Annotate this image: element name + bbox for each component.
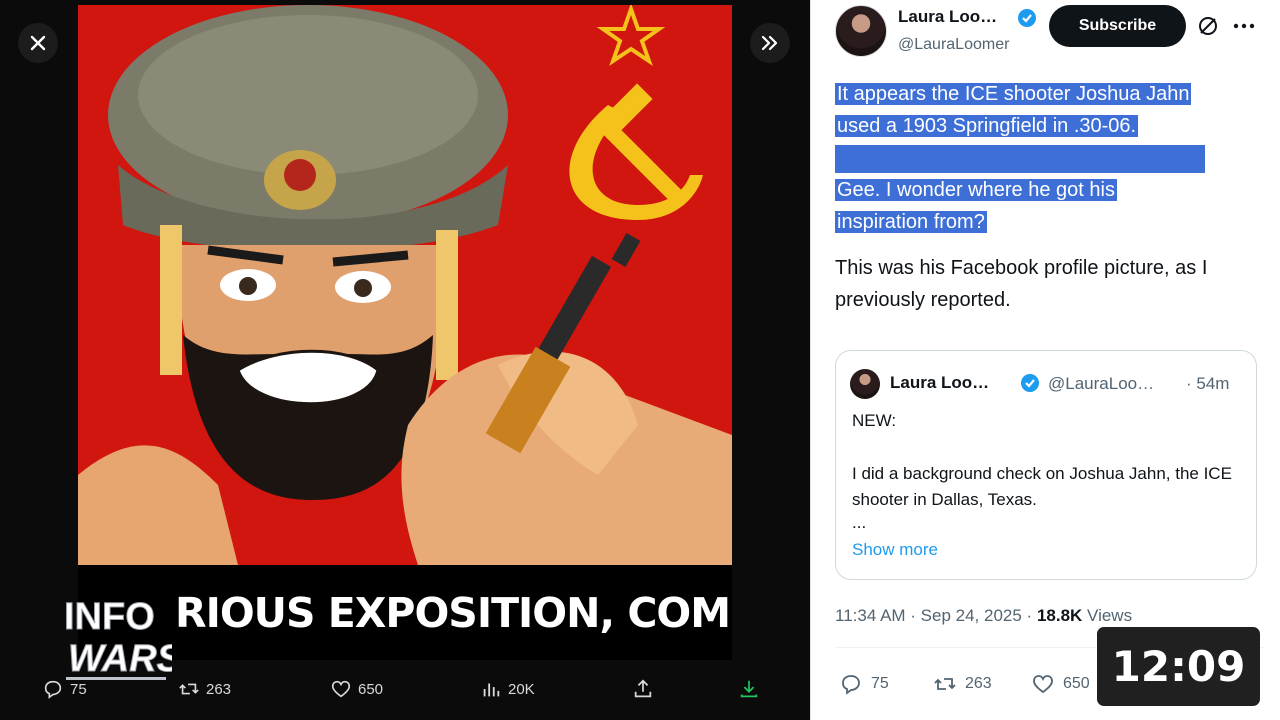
media-repost-count: 263 [206,680,232,698]
like-count: 650 [1063,675,1090,692]
tweet-meta: 11:34 AM · Sep 24, 2025 · 18.8K Views [835,606,1132,626]
quoted-author-name: Laura Loo… [890,373,990,392]
tweet-timestamp[interactable]: 11:34 AM · Sep 24, 2025 · [835,606,1037,625]
media-reply-button[interactable]: 75 [42,678,87,700]
double-chevron-right-icon [761,35,778,51]
heart-icon [1033,675,1053,694]
media-like-button[interactable]: 650 [330,678,383,700]
subscribe-button[interactable]: Subscribe [1049,5,1186,47]
tweet-views-label: Views [1082,606,1133,625]
download-icon [740,680,758,698]
bar-chart-icon [483,683,500,697]
tweet-view-count: 18.8K [1036,606,1083,625]
poster-caption-text: RIOUS EXPOSITION, COMRADE [175,588,732,637]
author-handle[interactable]: @LauraLoomer [898,36,1009,54]
media-reply-count: 75 [70,680,87,698]
tweet-highlight-line-3: Gee. I wonder where he got his [835,179,1117,201]
quoted-tweet[interactable]: Laura Loo… @LauraLoo… · 54m NEW: I did a… [835,350,1257,580]
close-button[interactable] [18,23,58,63]
media-like-count: 650 [358,680,384,698]
tweet-highlight-blank-line [835,144,1205,173]
media-repost-button[interactable]: 263 [178,678,231,700]
media-download-button[interactable] [738,678,760,700]
reply-icon [44,680,62,699]
share-icon [634,679,652,698]
expand-button[interactable] [750,23,790,63]
quoted-text-line-2: I did a background check on Joshua Jahn,… [852,464,1232,509]
quoted-ellipsis: ... [852,513,867,532]
like-button[interactable]: 650 [1031,672,1090,696]
quoted-verified-badge-icon [1021,374,1039,392]
tweet-plain-text: This was his Facebook profile picture, a… [835,257,1208,311]
repost-button[interactable]: 263 [933,672,992,696]
avatar[interactable] [835,5,887,57]
poster-image [78,5,732,565]
quoted-avatar [850,369,880,399]
poster-artwork [78,5,732,565]
tweet-text: It appears the ICE shooter Joshua Jahn u… [835,78,1265,316]
show-more-link[interactable]: Show more [852,540,938,560]
tweet-highlight-line-1: It appears the ICE shooter Joshua Jahn [835,83,1192,105]
quoted-text-line-1: NEW: [852,411,897,430]
media-action-bar: 75 263 650 20K [0,662,810,720]
media-viewer: RIOUS EXPOSITION, COMRADE INFO WARS 75 2… [0,0,810,720]
logo-text-1: INFO [64,596,155,638]
tweet-highlight-line-4: inspiration from? [835,211,987,233]
media-views-button[interactable]: 20K [480,678,535,700]
repost-icon [179,683,199,695]
poster-caption: RIOUS EXPOSITION, COMRADE [78,565,732,660]
media-views-count: 20K [508,680,535,698]
quoted-time: · 54m [1186,374,1230,393]
tweet-highlight-line-2: used a 1903 Springfield in .30-06. [835,115,1139,137]
heart-icon [331,680,351,698]
media-share-button[interactable] [632,678,654,700]
quoted-text: NEW: I did a background check on Joshua … [852,408,1247,540]
reply-icon [842,675,860,695]
close-icon [30,35,46,51]
author-name[interactable]: Laura Loo… [898,7,997,27]
grok-icon[interactable] [1197,15,1219,37]
reply-button[interactable]: 75 [839,672,889,696]
tweet-panel: Laura Loo… @LauraLoomer Subscribe It app… [810,0,1280,720]
reply-count: 75 [871,675,889,692]
more-options-icon[interactable] [1231,15,1257,37]
repost-icon [934,678,956,690]
video-duration-badge: 12:09 [1097,627,1260,706]
verified-badge-icon [1018,9,1036,27]
quoted-author-handle: @LauraLoo… [1048,374,1155,393]
repost-count: 263 [965,675,992,692]
